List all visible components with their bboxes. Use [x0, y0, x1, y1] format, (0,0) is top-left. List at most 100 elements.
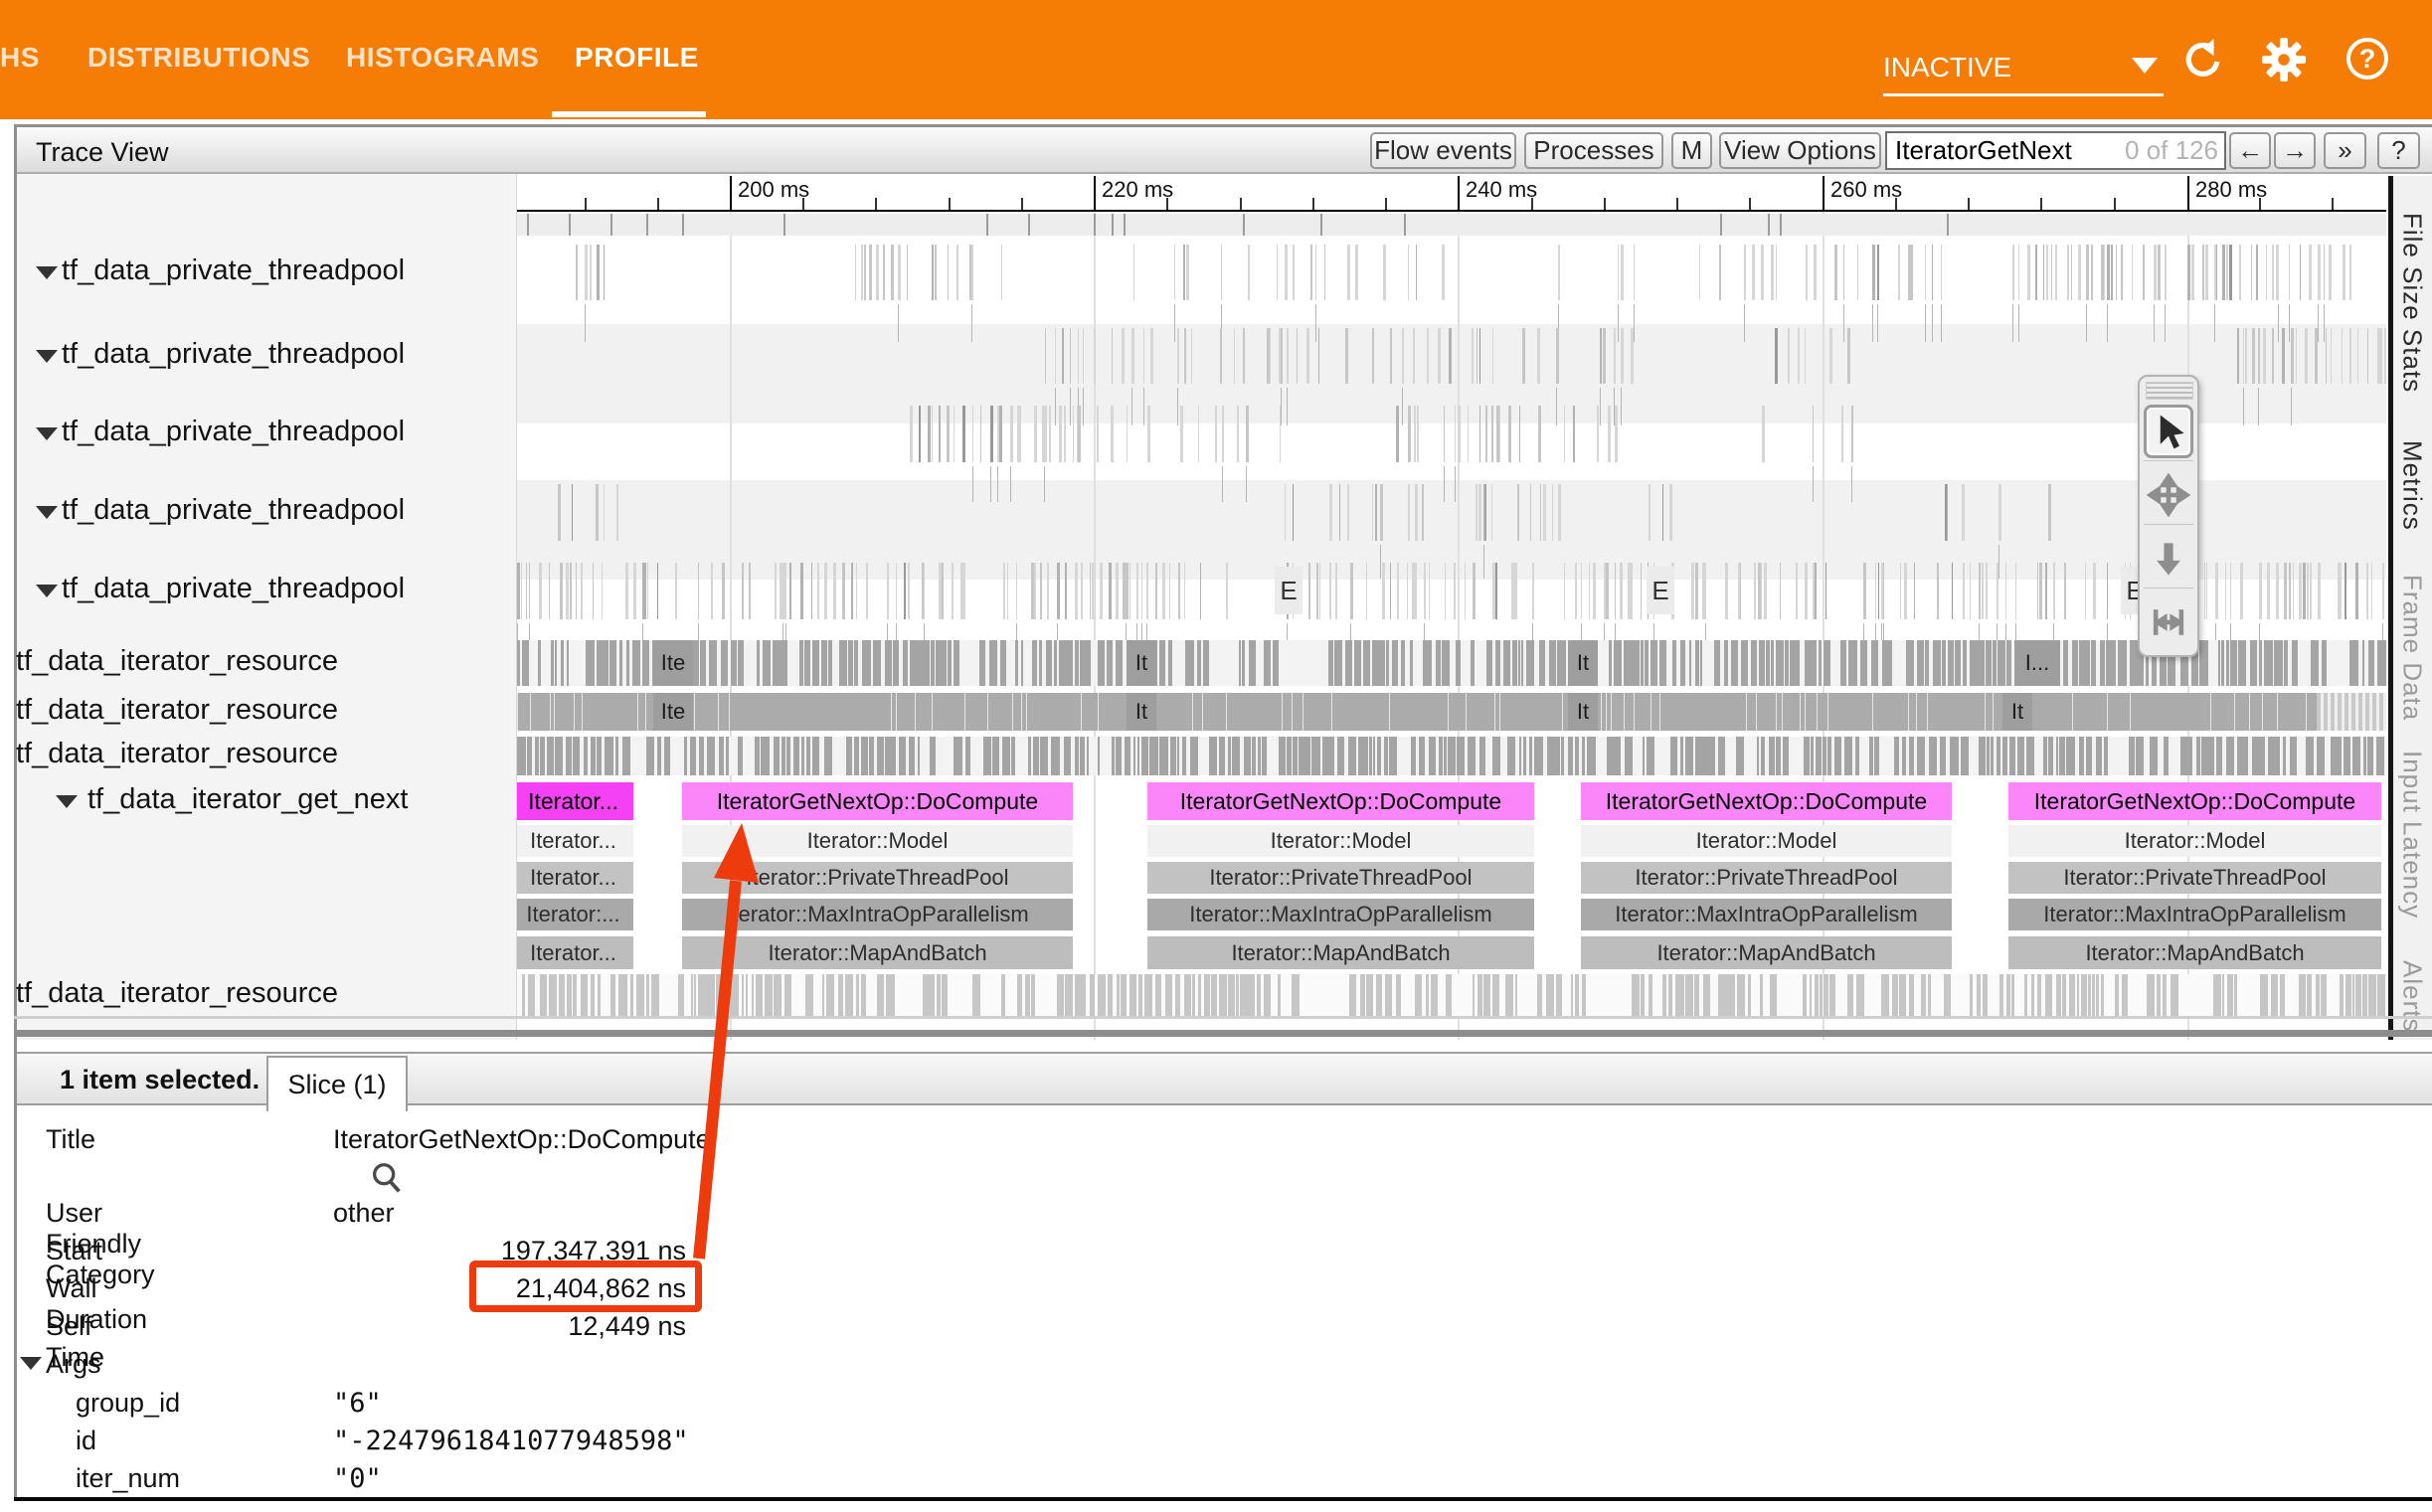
- ruler-minor-tick: [875, 198, 877, 210]
- trace-slice[interactable]: Iterator::Model: [1581, 825, 1952, 857]
- trace-slice[interactable]: Iterator::PrivateThreadPool: [682, 862, 1073, 894]
- trace-slice[interactable]: Iterator:...: [517, 899, 633, 930]
- search-result-count: 0 of 126: [2125, 135, 2224, 166]
- track-header-tf_data_private_threadpool[interactable]: tf_data_private_threadpool: [0, 571, 501, 610]
- trace-slice[interactable]: Iterator::MapAndBatch: [1147, 936, 1534, 969]
- search-icon[interactable]: [368, 1160, 408, 1198]
- trace-slice-docompute[interactable]: IteratorGetNextOp::DoCompute: [1147, 782, 1534, 820]
- trace-slice[interactable]: Iterator::PrivateThreadPool: [1581, 862, 1952, 894]
- toolbar-button-flow-events[interactable]: Flow events: [1370, 132, 1516, 169]
- tool-pan-button[interactable]: [2144, 466, 2193, 525]
- refresh-icon[interactable]: [2179, 38, 2225, 84]
- app-tab-distributions[interactable]: DISTRIBUTIONS: [87, 42, 310, 74]
- track-name: tf_data_private_threadpool: [62, 416, 405, 448]
- track-header-tf_data_private_threadpool[interactable]: tf_data_private_threadpool: [0, 336, 501, 376]
- palette-drag-handle[interactable]: [2146, 382, 2193, 400]
- track-header-tf_data_iterator_get_next[interactable]: tf_data_iterator_get_next: [0, 781, 501, 821]
- collapse-triangle-icon[interactable]: [36, 266, 58, 279]
- trace-slice-docompute[interactable]: Iterator...: [517, 782, 633, 820]
- caret-down-icon[interactable]: [2132, 58, 2158, 74]
- collapse-triangle-icon[interactable]: [36, 350, 58, 363]
- toolbar-button-m[interactable]: M: [1671, 132, 1712, 169]
- track-header-tf_data_iterator_resource[interactable]: tf_data_iterator_resource: [0, 692, 501, 732]
- track-header-tf_data_iterator_resource[interactable]: tf_data_iterator_resource: [0, 643, 501, 683]
- trace-slice[interactable]: Iterator::Model: [1147, 825, 1534, 857]
- trace-slice[interactable]: Iterator::MaxIntraOpParallelism: [2008, 899, 2381, 930]
- run-selector[interactable]: INACTIVE: [1883, 40, 2164, 95]
- trace-slice-docompute[interactable]: IteratorGetNextOp::DoCompute: [1581, 782, 1952, 820]
- ruler-minor-tick: [1531, 198, 1533, 210]
- cursor-icon: [2144, 405, 2193, 458]
- time-ruler[interactable]: 200 ms220 ms240 ms260 ms280 ms: [517, 174, 2386, 212]
- trace-slice[interactable]: It: [1568, 640, 1598, 686]
- summary-band[interactable]: [517, 214, 2386, 236]
- trace-slice-docompute[interactable]: IteratorGetNextOp::DoCompute: [682, 782, 1073, 820]
- panel-divider[interactable]: [14, 1030, 2432, 1037]
- collapse-triangle-icon[interactable]: [56, 795, 78, 808]
- trace-slice[interactable]: Iterator::MapAndBatch: [2008, 936, 2381, 969]
- trace-slice[interactable]: Iterator...: [517, 862, 633, 894]
- tool-palette[interactable]: [2138, 375, 2199, 657]
- more-button[interactable]: »: [2324, 132, 2366, 169]
- selection-status: 1 item selected.: [60, 1065, 260, 1095]
- trace-events-row[interactable]: [517, 245, 2386, 300]
- trace-slice[interactable]: Iterator...: [517, 936, 633, 969]
- trace-events-row[interactable]: [517, 563, 2386, 619]
- search-prev-button[interactable]: ←: [2229, 132, 2271, 169]
- app-tab-histograms[interactable]: HISTOGRAMS: [346, 42, 539, 74]
- trace-slice[interactable]: Ite: [653, 640, 693, 686]
- toolbar-button-processes[interactable]: Processes: [1524, 132, 1663, 169]
- trace-help-button[interactable]: ?: [2377, 132, 2420, 169]
- trace-slice[interactable]: Iterator...: [517, 825, 633, 857]
- ruler-tick-label: 200 ms: [738, 177, 809, 203]
- tool-zoom-button[interactable]: [2144, 530, 2193, 588]
- app-tab-hs[interactable]: HS: [0, 42, 40, 74]
- timeline-area[interactable]: 200 ms220 ms240 ms260 ms280 msEEEIteItIt…: [517, 174, 2386, 1040]
- track-header-tf_data_private_threadpool[interactable]: tf_data_private_threadpool: [0, 252, 501, 292]
- trace-slice[interactable]: Iterator::MapAndBatch: [682, 936, 1073, 969]
- trace-events-row[interactable]: [517, 484, 2386, 541]
- event-marker[interactable]: E: [1647, 567, 1674, 614]
- trace-slice[interactable]: Iterator::Model: [2008, 825, 2381, 857]
- track-header-tf_data_iterator_resource[interactable]: tf_data_iterator_resource: [0, 975, 501, 1015]
- trace-slice-docompute[interactable]: IteratorGetNextOp::DoCompute: [2008, 782, 2381, 820]
- trace-slice[interactable]: It: [2002, 693, 2032, 731]
- track-header-tf_data_iterator_resource[interactable]: tf_data_iterator_resource: [0, 736, 501, 775]
- trace-events-row[interactable]: Ite It It It: [517, 693, 2386, 731]
- app-tab-profile[interactable]: PROFILE: [575, 42, 699, 74]
- trace-slice[interactable]: Iterator::PrivateThreadPool: [1147, 862, 1534, 894]
- collapse-triangle-icon[interactable]: [36, 427, 58, 440]
- trace-events-row[interactable]: [517, 737, 2386, 775]
- trace-events-row[interactable]: [517, 406, 2386, 462]
- tool-cursor-button[interactable]: [2144, 403, 2193, 461]
- tool-timing-button[interactable]: [2144, 593, 2193, 651]
- trace-slice[interactable]: Iterator::MaxIntraOpParallelism: [1147, 899, 1534, 930]
- collapse-triangle-icon[interactable]: [36, 585, 58, 597]
- arg-value: "0": [333, 1463, 382, 1494]
- collapse-triangle-icon[interactable]: [36, 506, 58, 519]
- track-header-tf_data_private_threadpool[interactable]: tf_data_private_threadpool: [0, 492, 501, 532]
- search-next-button[interactable]: →: [2274, 132, 2316, 169]
- trace-slice[interactable]: Iterator::MaxIntraOpParallelism: [682, 899, 1073, 930]
- trace-events-row[interactable]: Ite It It I...: [517, 640, 2386, 686]
- trace-slice[interactable]: It: [1568, 693, 1598, 731]
- toolbar-button-view-options[interactable]: View Options: [1719, 132, 1881, 169]
- ruler-minor-tick: [1895, 198, 1897, 210]
- trace-slice[interactable]: Iterator::MaxIntraOpParallelism: [1581, 899, 1952, 930]
- trace-slice[interactable]: It: [1127, 693, 1156, 731]
- event-marker[interactable]: E: [1275, 567, 1303, 614]
- trace-slice[interactable]: It: [1127, 640, 1156, 686]
- trace-slice[interactable]: Iterator::PrivateThreadPool: [2008, 862, 2381, 894]
- trace-slice[interactable]: Iterator::Model: [682, 825, 1073, 857]
- help-icon[interactable]: ?: [2346, 38, 2388, 80]
- gear-icon[interactable]: [2261, 37, 2307, 83]
- side-tab-frame-data[interactable]: Frame Data: [2396, 539, 2428, 757]
- trace-events-row[interactable]: [517, 328, 2386, 384]
- track-header-tf_data_private_threadpool[interactable]: tf_data_private_threadpool: [0, 414, 501, 453]
- search-input[interactable]: IteratorGetNext 0 of 126: [1885, 131, 2226, 170]
- trace-slice[interactable]: Ite: [653, 693, 693, 731]
- trace-slice[interactable]: I...: [2014, 640, 2060, 686]
- trace-slice[interactable]: Iterator::MapAndBatch: [1581, 936, 1952, 969]
- tab-slice[interactable]: Slice (1): [266, 1056, 408, 1111]
- trace-events-row[interactable]: [517, 974, 2386, 1016]
